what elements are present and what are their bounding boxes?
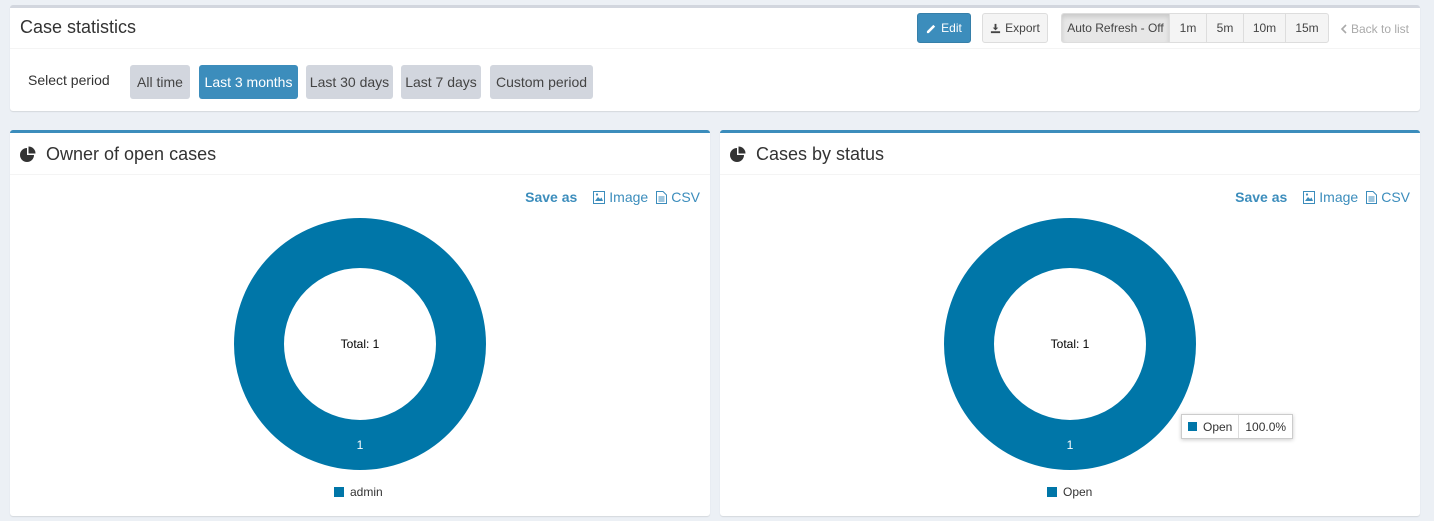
owner-of-open-cases-box: Owner of open cases Save as Image CSV 1T… <box>10 130 710 516</box>
legend-label-open[interactable]: Open <box>1063 485 1092 499</box>
edit-button-label: Edit <box>941 21 962 35</box>
refresh-15m-button[interactable]: 15m <box>1285 13 1329 43</box>
page-title: Case statistics <box>20 17 137 37</box>
period-last-30-days-button[interactable]: Last 30 days <box>306 65 393 99</box>
period-last-7-days-button[interactable]: Last 7 days <box>401 65 481 99</box>
legend-swatch <box>1047 487 1057 497</box>
owner-donut-chart: 1 Total: 1 <box>234 218 486 470</box>
tooltip-key: Open <box>1182 415 1240 438</box>
refresh-5m-button[interactable]: 5m <box>1206 13 1244 43</box>
export-button[interactable]: Export <box>982 13 1048 43</box>
slice-value-label: 1 <box>357 438 364 452</box>
chart-legend: Open <box>1047 485 1092 499</box>
back-to-list-link[interactable]: Back to list <box>1340 22 1409 36</box>
slice-value-label: 1 <box>1067 438 1074 452</box>
period-custom-button[interactable]: Custom period <box>490 65 593 99</box>
edit-button[interactable]: Edit <box>917 13 971 43</box>
tooltip-value: 100.0% <box>1245 419 1287 434</box>
auto-refresh-group: Auto Refresh - Off 1m 5m 10m 15m <box>1061 13 1329 43</box>
cases-by-status-box: Cases by status Save as Image CSV 1 Total… <box>720 130 1420 516</box>
tooltip-label: Open <box>1203 419 1233 434</box>
status-donut-chart: 1 Total: 1 <box>944 218 1196 470</box>
pencil-icon <box>927 24 936 33</box>
donut-center-total: Total: 1 <box>341 337 380 351</box>
period-all-time-button[interactable]: All time <box>130 65 190 99</box>
chevron-left-icon <box>1340 24 1347 34</box>
chart-tooltip: Open 100.0% <box>1181 414 1294 439</box>
select-period-label: Select period <box>28 72 110 88</box>
auto-refresh-off-button[interactable]: Auto Refresh - Off <box>1061 13 1170 43</box>
period-selector: Select period All time Last 3 months Las… <box>10 49 1420 111</box>
donut-center-total: Total: 1 <box>1051 337 1090 351</box>
back-to-list-label: Back to list <box>1351 22 1410 36</box>
legend-swatch <box>334 487 344 497</box>
export-button-label: Export <box>1005 21 1040 35</box>
legend-label-admin[interactable]: admin <box>350 485 383 499</box>
refresh-1m-button[interactable]: 1m <box>1169 13 1207 43</box>
refresh-10m-button[interactable]: 10m <box>1243 13 1286 43</box>
period-last-3-months-button[interactable]: Last 3 months <box>199 65 298 99</box>
tooltip-swatch <box>1188 422 1197 431</box>
chart-legend: admin <box>334 485 383 499</box>
case-statistics-panel: Case statistics Edit Export Auto Refresh… <box>10 5 1420 111</box>
download-icon <box>991 23 1001 33</box>
panel-header: Case statistics Edit Export Auto Refresh… <box>10 8 1420 49</box>
